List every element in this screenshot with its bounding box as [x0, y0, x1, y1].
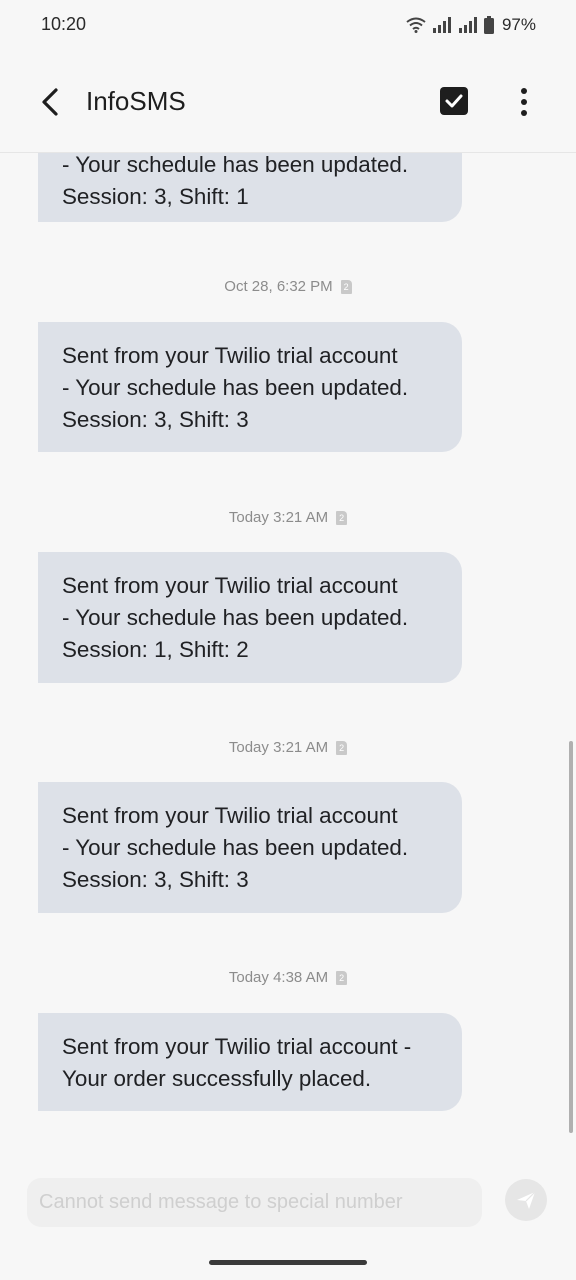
message-bubble[interactable]: Sent from your Twilio trial account - Yo… — [38, 322, 462, 452]
back-arrow-icon — [42, 88, 58, 116]
message-bubble[interactable]: Sent from your Twilio trial account - Yo… — [38, 1013, 462, 1111]
status-time: 10:20 — [41, 14, 87, 34]
message-bubble[interactable]: - Your schedule has been updated. Sessio… — [38, 153, 462, 222]
app-bar: InfoSMS — [0, 52, 576, 153]
message-input[interactable] — [27, 1178, 482, 1227]
signal-icon-sim1 — [432, 17, 452, 33]
sim-card-icon: 2 — [336, 510, 348, 525]
select-messages-button[interactable] — [440, 87, 468, 115]
sim-card-icon: 2 — [336, 740, 348, 755]
message-timestamp: Today 4:38 AM 2 — [0, 969, 576, 986]
status-icons: 97% — [406, 12, 536, 38]
message-timestamp: Today 3:21 AM 2 — [0, 739, 576, 756]
more-options-button[interactable] — [510, 86, 538, 118]
send-icon — [517, 1191, 536, 1209]
message-timestamp: Oct 28, 6:32 PM 2 — [0, 278, 576, 295]
composer — [0, 1170, 576, 1280]
message-bubble[interactable]: Sent from your Twilio trial account - Yo… — [38, 552, 462, 683]
checkbox-icon — [440, 87, 468, 115]
timestamp-text: Today 4:38 AM — [228, 969, 329, 986]
status-bar: 10:20 97% — [0, 0, 576, 52]
sim-card-icon: 2 — [336, 970, 348, 985]
message-bubble[interactable]: Sent from your Twilio trial account - Yo… — [38, 782, 462, 913]
sim-card-icon: 2 — [340, 279, 352, 294]
battery-level: 97% — [501, 15, 536, 34]
timestamp-text: Today 3:21 AM — [228, 739, 329, 756]
signal-icon-sim2 — [458, 17, 478, 33]
timestamp-text: Today 3:21 AM — [228, 509, 329, 526]
home-indicator[interactable] — [209, 1260, 367, 1265]
scrollbar[interactable] — [569, 741, 573, 1133]
back-button[interactable] — [34, 84, 70, 120]
battery-icon — [483, 16, 494, 34]
message-timestamp: Today 3:21 AM 2 — [0, 509, 576, 526]
timestamp-text: Oct 28, 6:32 PM — [224, 278, 333, 295]
wifi-icon — [406, 17, 426, 33]
message-list[interactable]: - Your schedule has been updated. Sessio… — [0, 153, 576, 1170]
more-vert-icon — [521, 88, 527, 116]
conversation-title: InfoSMS — [86, 86, 186, 116]
send-button[interactable] — [505, 1179, 547, 1221]
